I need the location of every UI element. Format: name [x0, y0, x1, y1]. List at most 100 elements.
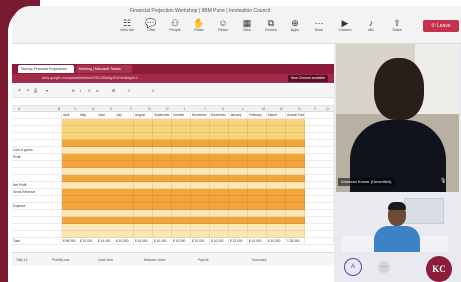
table-cell[interactable] [229, 140, 248, 147]
table-cell[interactable] [210, 126, 229, 133]
table-cell[interactable] [97, 147, 116, 154]
table-cell[interactable] [172, 210, 191, 217]
strikethrough-icon[interactable]: S [88, 88, 91, 93]
table-cell[interactable] [210, 168, 229, 175]
video-tile-second[interactable] [342, 196, 448, 252]
table-cell[interactable] [153, 119, 172, 126]
table-cell[interactable] [172, 161, 191, 168]
table-cell[interactable] [229, 154, 248, 161]
column-header[interactable]: Q [326, 107, 329, 111]
table-cell[interactable] [79, 119, 98, 126]
table-cell[interactable] [305, 175, 334, 182]
table-cell[interactable] [97, 126, 116, 133]
table-row[interactable]: Total $ 96,000 $ 10,000 $ 14,000 $ 10,000 $ 1… [12, 238, 334, 245]
table-row[interactable] [12, 133, 334, 140]
table-cell[interactable] [134, 224, 153, 231]
table-cell[interactable] [79, 203, 98, 210]
table-cell[interactable] [286, 140, 305, 147]
avatar[interactable]: A [344, 258, 362, 276]
table-cell[interactable] [229, 224, 248, 231]
table-cell[interactable] [115, 126, 134, 133]
sheet-tab[interactable]: Payroll [198, 256, 208, 264]
table-row[interactable] [12, 210, 334, 217]
row-label[interactable]: Total [12, 238, 62, 245]
spreadsheet-grid[interactable]: April May June July August September October No… [12, 112, 334, 252]
table-cell[interactable] [267, 196, 286, 203]
table-cell[interactable] [210, 210, 229, 217]
table-cell[interactable] [153, 126, 172, 133]
view-button[interactable]: ▦ View [236, 18, 258, 40]
column-header[interactable]: H [166, 107, 168, 111]
row-label[interactable]: Cost of goods [12, 147, 62, 154]
table-cell[interactable] [305, 161, 334, 168]
table-row[interactable] [12, 231, 334, 238]
table-cell[interactable] [191, 168, 210, 175]
table-cell[interactable] [134, 168, 153, 175]
table-cell[interactable] [191, 140, 210, 147]
table-cell[interactable] [305, 154, 334, 161]
table-cell[interactable] [267, 147, 286, 154]
table-cell[interactable] [97, 217, 116, 224]
table-cell[interactable] [153, 224, 172, 231]
row-label[interactable] [12, 119, 62, 126]
table-cell[interactable] [267, 133, 286, 140]
borders-icon[interactable]: ⊞ [112, 88, 115, 93]
table-row[interactable] [12, 224, 334, 231]
table-cell[interactable] [172, 189, 191, 196]
table-cell[interactable] [153, 147, 172, 154]
table-cell[interactable] [134, 133, 153, 140]
table-cell[interactable] [286, 196, 305, 203]
table-cell[interactable] [134, 140, 153, 147]
column-header[interactable]: J [204, 107, 206, 111]
table-cell[interactable]: August [134, 112, 153, 119]
table-cell[interactable] [172, 133, 191, 140]
table-cell[interactable] [267, 154, 286, 161]
table-cell[interactable] [191, 182, 210, 189]
table-cell[interactable] [97, 210, 116, 217]
table-cell[interactable]: December [210, 112, 229, 119]
table-cell[interactable]: $ 10,000 [115, 238, 134, 245]
table-cell[interactable]: March [267, 112, 286, 119]
table-cell[interactable] [286, 182, 305, 189]
table-cell[interactable] [267, 119, 286, 126]
table-cell[interactable] [229, 133, 248, 140]
table-cell[interactable] [79, 175, 98, 182]
table-cell[interactable] [115, 231, 134, 238]
table-cell[interactable] [97, 182, 116, 189]
table-cell[interactable] [286, 126, 305, 133]
table-cell[interactable]: January [229, 112, 248, 119]
table-cell[interactable] [97, 231, 116, 238]
sheet-tab[interactable]: Cash flow [98, 256, 113, 264]
column-header[interactable]: N [280, 107, 282, 111]
rooms-button[interactable]: ⧉ Rooms [260, 18, 282, 40]
column-header[interactable]: L [242, 107, 244, 111]
table-cell[interactable]: $ 14,000 [248, 238, 267, 245]
table-row[interactable]: April May June July August September October No… [12, 112, 334, 119]
table-cell[interactable] [286, 203, 305, 210]
mic-button[interactable]: ♪ Mic [360, 18, 382, 40]
table-cell[interactable] [191, 210, 210, 217]
table-row[interactable]: Expense [12, 203, 334, 210]
table-cell[interactable] [134, 182, 153, 189]
table-cell[interactable] [248, 175, 267, 182]
table-row[interactable] [12, 175, 334, 182]
table-cell[interactable] [229, 210, 248, 217]
table-cell[interactable] [115, 196, 134, 203]
table-cell[interactable] [172, 126, 191, 133]
table-cell[interactable] [134, 175, 153, 182]
row-label[interactable] [12, 126, 62, 133]
table-cell[interactable] [153, 217, 172, 224]
table-cell[interactable] [79, 147, 98, 154]
table-cell[interactable] [305, 196, 334, 203]
table-cell[interactable] [115, 210, 134, 217]
table-cell[interactable] [248, 231, 267, 238]
table-cell[interactable] [248, 140, 267, 147]
table-cell[interactable] [267, 126, 286, 133]
table-cell[interactable]: Annual Total [286, 112, 305, 119]
sheet-tab[interactable]: Tally 14 [16, 256, 28, 264]
table-cell[interactable] [248, 154, 267, 161]
table-cell[interactable] [248, 210, 267, 217]
table-cell[interactable] [134, 210, 153, 217]
table-cell[interactable] [97, 119, 116, 126]
table-cell[interactable] [115, 224, 134, 231]
